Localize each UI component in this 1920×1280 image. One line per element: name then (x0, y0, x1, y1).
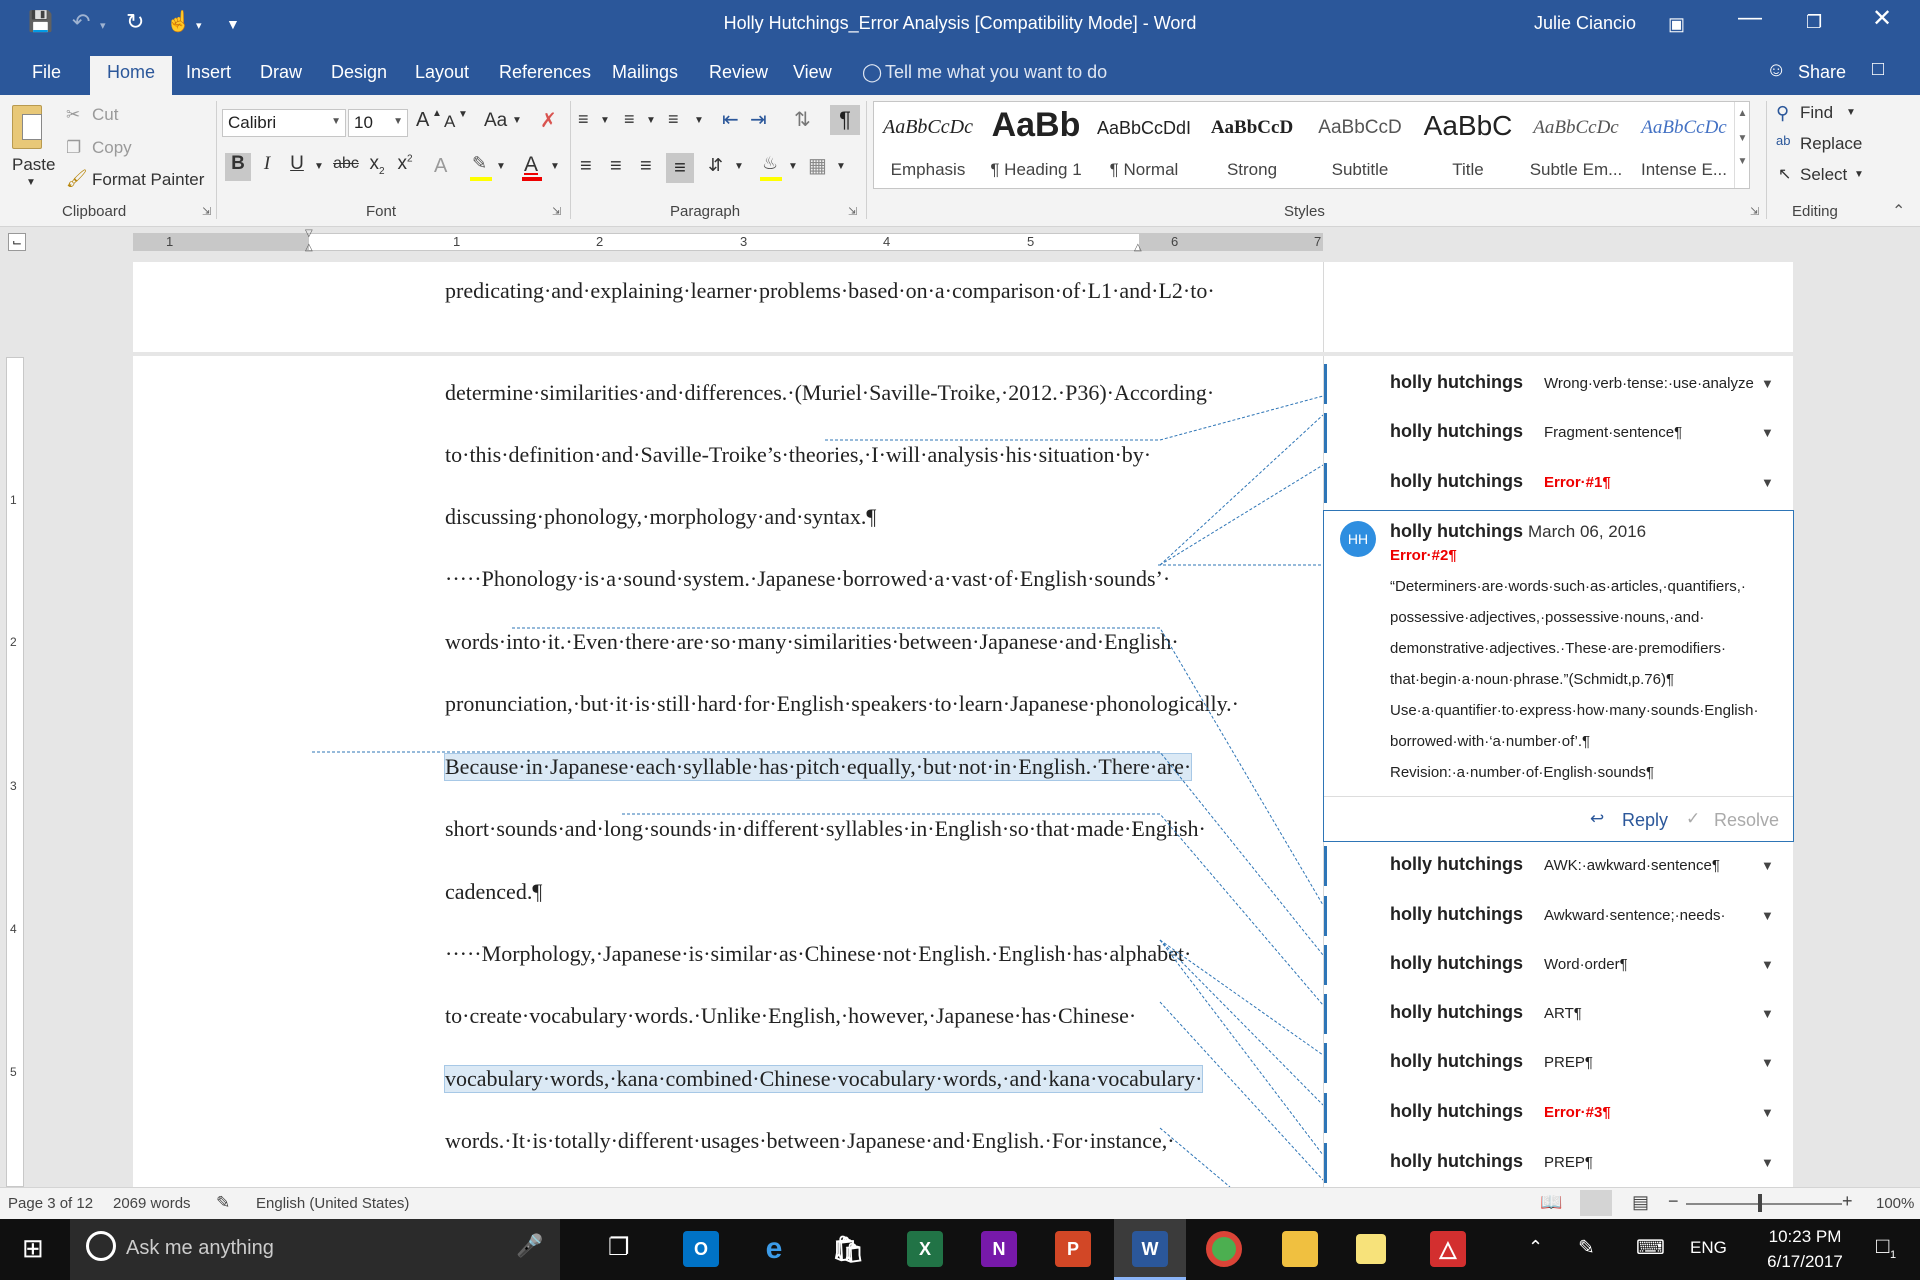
comment-author: holly hutchings (1390, 421, 1523, 441)
sticky-notes-icon[interactable] (1356, 1234, 1386, 1264)
comment-text: Error·#1¶ (1544, 474, 1611, 491)
comment-balloon[interactable]: holly hutchings PREP¶ ▼ (1324, 1043, 1792, 1083)
comment-balloon[interactable]: holly hutchings Error·#3¶ ▼ (1324, 1093, 1792, 1133)
chevron-down-icon[interactable]: ▼ (1761, 1105, 1774, 1120)
clock-date[interactable]: 6/17/2017 (1750, 1252, 1860, 1272)
comment-author: holly hutchings (1390, 1151, 1523, 1171)
comment-balloon[interactable]: holly hutchings PREP¶ ▼ (1324, 1143, 1792, 1183)
chrome-icon[interactable] (1206, 1231, 1242, 1267)
chevron-down-icon[interactable]: ▼ (1761, 425, 1774, 440)
notification-count: 1 (1890, 1249, 1897, 1261)
chevron-down-icon[interactable]: ▼ (1761, 1055, 1774, 1070)
word-icon: W (1132, 1231, 1168, 1267)
comment-text: AWK:·awkward·sentence¶ (1544, 857, 1720, 874)
comment-text: Error·#3¶ (1544, 1104, 1611, 1121)
search-input[interactable]: Ask me anything (126, 1237, 274, 1260)
avatar: HH (1340, 521, 1376, 557)
chevron-down-icon[interactable]: ▼ (1761, 908, 1774, 923)
comment-balloon[interactable]: holly hutchings Fragment·sentence¶ ▼ (1324, 413, 1792, 453)
word-taskbar-button[interactable]: W (1114, 1219, 1186, 1280)
onenote-icon[interactable]: N (981, 1231, 1017, 1267)
comment-author: holly hutchings (1390, 904, 1523, 924)
comment-body-line: Use·a·quantifier·to·express·how·many·sou… (1390, 702, 1759, 719)
resolve-icon: ✓ (1686, 809, 1701, 828)
comment-author: holly hutchings (1390, 1101, 1523, 1121)
comment-date: March 06, 2016 (1528, 522, 1647, 541)
comment-author: holly hutchings (1390, 854, 1523, 874)
comment-body-line: possessive·adjectives,·possessive·nouns,… (1390, 609, 1705, 626)
comment-balloon[interactable]: holly hutchings ART¶ ▼ (1324, 994, 1792, 1034)
chevron-down-icon[interactable]: ▼ (1761, 1006, 1774, 1021)
comment-text: PREP¶ (1544, 1054, 1593, 1071)
status-bar: Page 3 of 12 2069 words ✎ English (Unite… (0, 1187, 1920, 1219)
reply-icon: ↩ (1590, 809, 1605, 828)
store-icon[interactable]: 🛍 (830, 1231, 866, 1267)
comment-balloon[interactable]: holly hutchings Awkward·sentence;·needs·… (1324, 896, 1792, 936)
comment-body-line: that·begin·a·noun·phrase.”(Schmidt,p.76)… (1390, 671, 1675, 688)
comment-text: Wrong·verb·tense:·use·analyze (1544, 375, 1754, 392)
proofing-icon[interactable]: ✎ (216, 1193, 230, 1213)
resolve-button[interactable]: Resolve (1714, 810, 1779, 831)
keyboard-icon[interactable]: ⌨ (1636, 1235, 1665, 1260)
active-comment[interactable]: HH holly hutchings March 06, 2016 Error·… (1323, 510, 1794, 842)
comment-author: holly hutchings (1390, 471, 1523, 491)
file-explorer-icon[interactable] (1282, 1231, 1318, 1267)
comment-body-line: “Determiners·are·words·such·as·articles,… (1390, 578, 1746, 595)
powerpoint-icon[interactable]: P (1055, 1231, 1091, 1267)
outlook-icon[interactable]: O (683, 1231, 719, 1267)
language-indicator[interactable]: ENG (1690, 1238, 1727, 1258)
windows-start-icon[interactable]: ⊞ (22, 1233, 44, 1264)
comment-title: Error·#2¶ (1390, 547, 1457, 564)
comment-balloon[interactable]: holly hutchings Wrong·verb·tense:·use·an… (1324, 364, 1792, 404)
comment-text: Awkward·sentence;·needs· (1544, 907, 1726, 924)
comment-text: Fragment·sentence¶ (1544, 424, 1683, 441)
comment-balloon[interactable]: holly hutchings Error·#1¶ ▼ (1324, 463, 1792, 503)
edge-icon[interactable]: e (756, 1231, 792, 1267)
comment-body-line: Revision:·a·number·of·English·sounds¶ (1390, 764, 1655, 781)
page-count[interactable]: Page 3 of 12 (8, 1195, 93, 1212)
acrobat-icon[interactable]: △ (1430, 1231, 1466, 1267)
cortana-search[interactable]: Ask me anything 🎤 (70, 1219, 560, 1280)
chevron-down-icon[interactable]: ▼ (1761, 957, 1774, 972)
comment-author: holly hutchings (1390, 1051, 1523, 1071)
comment-author: holly hutchings (1390, 521, 1523, 541)
microphone-icon[interactable]: 🎤 (516, 1233, 543, 1259)
chevron-down-icon[interactable]: ▼ (1761, 376, 1774, 391)
action-center-icon[interactable]: □ (1876, 1233, 1889, 1259)
pen-icon[interactable]: ✎ (1578, 1235, 1595, 1260)
zoom-slider[interactable] (1686, 1203, 1842, 1205)
print-layout-icon[interactable] (1580, 1190, 1612, 1216)
comment-author: holly hutchings (1390, 953, 1523, 973)
comment-text: Word·order¶ (1544, 956, 1628, 973)
cortana-icon (86, 1231, 116, 1261)
chevron-down-icon[interactable]: ▼ (1761, 475, 1774, 490)
comment-balloon[interactable]: holly hutchings AWK:·awkward·sentence¶ ▼ (1324, 846, 1792, 886)
chevron-down-icon[interactable]: ▼ (1761, 1155, 1774, 1170)
comment-body-line: borrowed·with·‘a·number·of’.¶ (1390, 733, 1591, 750)
word-count[interactable]: 2069 words (113, 1195, 191, 1212)
zoom-level[interactable]: 100% (1876, 1195, 1914, 1212)
comment-text: PREP¶ (1544, 1154, 1593, 1171)
comment-text: ART¶ (1544, 1005, 1582, 1022)
task-view-icon[interactable]: ❐ (608, 1233, 630, 1262)
reply-button[interactable]: Reply (1622, 810, 1668, 831)
read-mode-icon[interactable]: 📖 (1540, 1192, 1562, 1213)
clock-time[interactable]: 10:23 PM (1750, 1227, 1860, 1247)
chevron-down-icon[interactable]: ▼ (1761, 858, 1774, 873)
excel-icon[interactable]: X (907, 1231, 943, 1267)
zoom-out-icon[interactable]: − (1668, 1191, 1679, 1212)
zoom-slider-thumb[interactable] (1758, 1194, 1762, 1212)
taskbar: ⊞ Ask me anything 🎤 ❐ O e 🛍 X N P W △ ⌃ … (0, 1219, 1920, 1280)
web-layout-icon[interactable]: ▤ (1632, 1192, 1649, 1213)
comment-author: holly hutchings (1390, 1002, 1523, 1022)
chevron-up-icon[interactable]: ⌃ (1528, 1237, 1543, 1258)
comment-body-line: demonstrative·adjectives.·These·are·prem… (1390, 640, 1726, 657)
comment-balloon[interactable]: holly hutchings Word·order¶ ▼ (1324, 945, 1792, 985)
zoom-in-icon[interactable]: + (1842, 1191, 1853, 1212)
comment-author: holly hutchings (1390, 372, 1523, 392)
language-indicator[interactable]: English (United States) (256, 1195, 409, 1212)
